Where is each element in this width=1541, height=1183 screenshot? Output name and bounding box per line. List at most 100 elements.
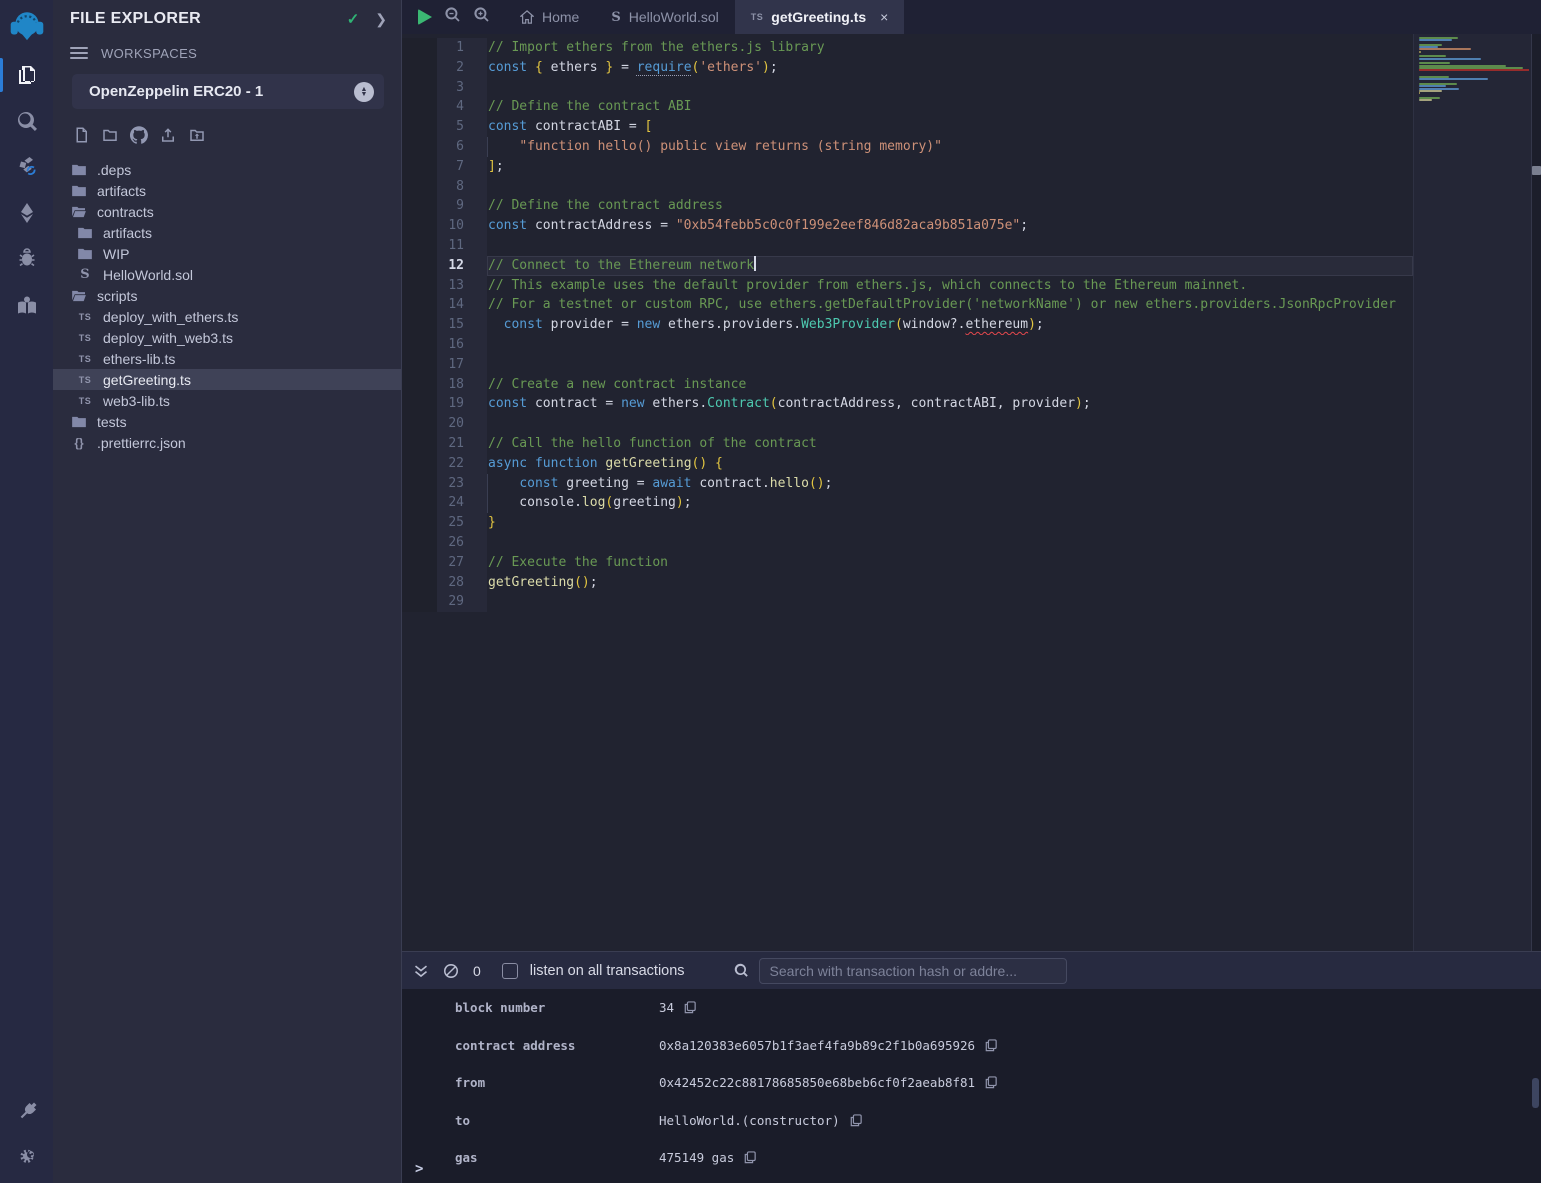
copy-icon[interactable] <box>985 1076 997 1089</box>
tree-item-ethers-lib-ts[interactable]: TSethers-lib.ts <box>53 348 401 369</box>
detail-key: to <box>455 1113 659 1128</box>
debugger-icon[interactable] <box>0 236 53 282</box>
line-text: const contractABI = [ <box>487 117 1413 137</box>
new-folder-icon[interactable] <box>101 126 119 149</box>
line-text: const provider = new ethers.providers.We… <box>487 315 1413 335</box>
code-line-4[interactable]: 4// Define the contract ABI <box>402 97 1413 117</box>
code-line-6[interactable]: 6 "function hello() public view returns … <box>402 137 1413 157</box>
remix-logo-icon[interactable] <box>0 0 53 52</box>
code-line-14[interactable]: 14// For a testnet or custom RPC, use et… <box>402 295 1413 315</box>
workspaces-label: WORKSPACES <box>101 46 197 61</box>
collapse-terminal-icon[interactable] <box>413 963 429 979</box>
editor-scrollbar-thumb[interactable] <box>1532 166 1541 175</box>
code-line-24[interactable]: 24 console.log(greeting); <box>402 493 1413 513</box>
terminal-prompt[interactable]: > <box>415 1161 423 1177</box>
code-line-5[interactable]: 5const contractABI = [ <box>402 117 1413 137</box>
deploy-run-icon[interactable] <box>0 190 53 236</box>
code-editor[interactable]: 1// Import ethers from the ethers.js lib… <box>402 34 1541 951</box>
code-line-2[interactable]: 2const { ethers } = require('ethers'); <box>402 58 1413 78</box>
line-text <box>487 177 1413 197</box>
workspace-select[interactable]: OpenZeppelin ERC20 - 1 ▲▼ <box>72 74 384 109</box>
tree-item-scripts[interactable]: scripts <box>53 285 401 306</box>
tree-item-deploy-with-web3-ts[interactable]: TSdeploy_with_web3.ts <box>53 327 401 348</box>
tab-helloworld-sol[interactable]: SHelloWorld.sol <box>595 0 734 34</box>
transaction-search-input[interactable] <box>759 958 1067 984</box>
line-text <box>487 335 1413 355</box>
line-number: 25 <box>402 513 487 533</box>
chevron-right-icon[interactable]: ❯ <box>375 11 387 28</box>
code-line-27[interactable]: 27// Execute the function <box>402 553 1413 573</box>
code-line-21[interactable]: 21// Call the hello function of the cont… <box>402 434 1413 454</box>
line-text: // This example uses the default provide… <box>487 276 1413 296</box>
line-number: 21 <box>402 434 487 454</box>
search-icon[interactable] <box>0 98 53 144</box>
code-line-18[interactable]: 18// Create a new contract instance <box>402 375 1413 395</box>
file-explorer-icon[interactable] <box>0 52 53 98</box>
typescript-file-icon: TS <box>77 331 93 345</box>
plugin-manager-plug-icon[interactable] <box>0 1089 53 1135</box>
copy-icon[interactable] <box>985 1039 997 1052</box>
upload-file-icon[interactable] <box>159 126 177 149</box>
tree-item-label: .prettierrc.json <box>97 435 186 451</box>
code-line-7[interactable]: 7]; <box>402 157 1413 177</box>
tree-item-artifacts[interactable]: artifacts <box>53 180 401 201</box>
tab-getgreeting-ts[interactable]: TSgetGreeting.ts× <box>735 0 905 34</box>
transaction-count: 0 <box>473 963 481 979</box>
code-line-22[interactable]: 22async function getGreeting() { <box>402 454 1413 474</box>
terminal-scrollbar-thumb[interactable] <box>1532 1078 1539 1108</box>
solidity-compiler-icon[interactable] <box>0 144 53 190</box>
new-file-icon[interactable] <box>72 126 90 149</box>
code-line-1[interactable]: 1// Import ethers from the ethers.js lib… <box>402 38 1413 58</box>
code-line-11[interactable]: 11 <box>402 236 1413 256</box>
clear-console-icon[interactable] <box>443 963 459 979</box>
tree-item-getgreeting-ts[interactable]: TSgetGreeting.ts <box>53 369 401 390</box>
code-line-8[interactable]: 8 <box>402 177 1413 197</box>
code-line-28[interactable]: 28getGreeting(); <box>402 573 1413 593</box>
tree-item-contracts[interactable]: contracts <box>53 201 401 222</box>
solidity-learneth-book-icon[interactable] <box>0 282 53 328</box>
typescript-file-icon: TS <box>77 394 93 408</box>
copy-icon[interactable] <box>684 1001 696 1014</box>
code-line-25[interactable]: 25} <box>402 513 1413 533</box>
line-number: 22 <box>402 454 487 474</box>
tree-item--deps[interactable]: .deps <box>53 159 401 180</box>
code-line-16[interactable]: 16 <box>402 335 1413 355</box>
code-line-15[interactable]: 15 const provider = new ethers.providers… <box>402 315 1413 335</box>
code-line-19[interactable]: 19const contract = new ethers.Contract(c… <box>402 394 1413 414</box>
line-text: } <box>487 513 1413 533</box>
settings-gear-icon[interactable] <box>0 1135 53 1181</box>
code-line-29[interactable]: 29 <box>402 592 1413 612</box>
close-tab-icon[interactable]: × <box>880 9 888 25</box>
tree-item-wip[interactable]: WIP <box>53 243 401 264</box>
workspaces-menu-icon[interactable] <box>70 44 88 62</box>
zoom-out-icon[interactable] <box>445 7 461 28</box>
tree-item--prettierrc-json[interactable]: {}.prettierrc.json <box>53 432 401 453</box>
github-icon[interactable] <box>130 126 148 149</box>
load-folder-icon[interactable] <box>188 126 206 149</box>
code-line-9[interactable]: 9// Define the contract address <box>402 196 1413 216</box>
minimap[interactable] <box>1419 37 1529 104</box>
listen-transactions-checkbox[interactable] <box>502 963 518 979</box>
zoom-in-icon[interactable] <box>474 7 490 28</box>
code-line-23[interactable]: 23 const greeting = await contract.hello… <box>402 474 1413 494</box>
tree-item-web3-lib-ts[interactable]: TSweb3-lib.ts <box>53 390 401 411</box>
code-line-26[interactable]: 26 <box>402 533 1413 553</box>
copy-icon[interactable] <box>850 1114 862 1127</box>
tree-item-tests[interactable]: tests <box>53 411 401 432</box>
transaction-detail-row: block number34 <box>402 989 1541 1027</box>
code-line-20[interactable]: 20 <box>402 414 1413 434</box>
tree-item-label: .deps <box>97 162 131 178</box>
tab-home[interactable]: Home <box>504 0 595 34</box>
code-line-13[interactable]: 13// This example uses the default provi… <box>402 276 1413 296</box>
run-script-play-icon[interactable] <box>418 9 432 25</box>
code-line-12[interactable]: 12// Connect to the Ethereum network <box>402 256 1413 276</box>
workspace-select-badge-icon[interactable]: ▲▼ <box>354 82 374 102</box>
code-line-3[interactable]: 3 <box>402 78 1413 98</box>
code-line-17[interactable]: 17 <box>402 355 1413 375</box>
tree-item-artifacts[interactable]: artifacts <box>53 222 401 243</box>
tree-item-label: WIP <box>103 246 129 262</box>
copy-icon[interactable] <box>744 1151 756 1164</box>
tree-item-deploy-with-ethers-ts[interactable]: TSdeploy_with_ethers.ts <box>53 306 401 327</box>
tree-item-helloworld-sol[interactable]: SHelloWorld.sol <box>53 264 401 285</box>
code-line-10[interactable]: 10const contractAddress = "0xb54febb5c0c… <box>402 216 1413 236</box>
